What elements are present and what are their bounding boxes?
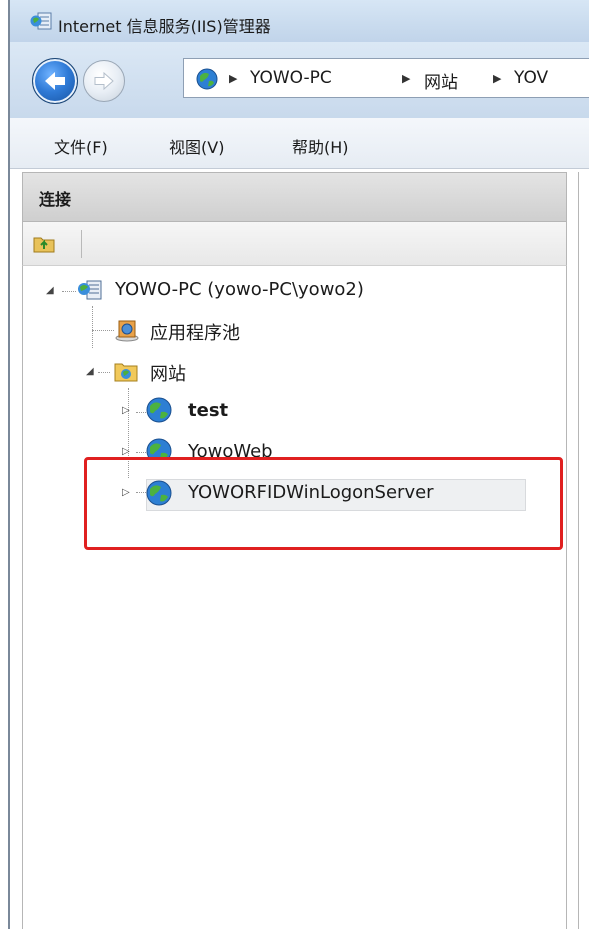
up-level-icon[interactable] bbox=[33, 233, 55, 253]
expand-arrow-icon[interactable]: ▷ bbox=[122, 446, 130, 457]
tree-node-site[interactable]: ▷ YowoWeb bbox=[118, 436, 418, 458]
menu-view[interactable]: 视图(V) bbox=[169, 134, 224, 158]
breadcrumb-separator-icon: ▶ bbox=[229, 72, 238, 85]
breadcrumb-separator-icon: ▶ bbox=[493, 72, 502, 85]
forward-arrow-icon bbox=[94, 71, 114, 91]
tree-node-sites[interactable]: ◢ 网站 bbox=[80, 355, 280, 387]
menu-bar: 文件(F) 视图(V) 帮助(H) bbox=[10, 118, 589, 169]
connections-toolbar bbox=[22, 222, 567, 266]
iis-app-icon bbox=[30, 12, 52, 30]
navigation-bar: ▶ YOWO-PC ▶ 网站 ▶ YOV bbox=[10, 42, 589, 118]
breadcrumb-item[interactable]: 网站 bbox=[424, 68, 458, 93]
tree-node-label: YowoWeb bbox=[188, 441, 273, 458]
tree-connector bbox=[92, 306, 93, 348]
server-icon bbox=[78, 280, 102, 300]
tree-node-app-pools[interactable]: 应用程序池 bbox=[110, 314, 310, 346]
highlight-annotation-box bbox=[84, 457, 563, 550]
address-bar[interactable]: ▶ YOWO-PC ▶ 网站 ▶ YOV bbox=[183, 58, 589, 98]
back-button[interactable] bbox=[32, 58, 78, 104]
toolbar-separator bbox=[81, 230, 82, 258]
breadcrumb-separator-icon: ▶ bbox=[402, 72, 411, 85]
title-bar: Internet 信息服务(IIS)管理器 bbox=[10, 0, 589, 42]
tree-node-server[interactable]: ◢ YOWO-PC (yowo-PC\yowo2) bbox=[40, 274, 460, 306]
breadcrumb-item[interactable]: YOV bbox=[514, 68, 548, 88]
globe-icon bbox=[196, 68, 218, 90]
window-title: Internet 信息服务(IIS)管理器 bbox=[58, 17, 271, 36]
globe-icon bbox=[146, 397, 172, 423]
tree-node-label: 应用程序池 bbox=[150, 323, 240, 344]
collapse-arrow-icon[interactable]: ◢ bbox=[46, 285, 54, 296]
tree-node-label: 网站 bbox=[150, 364, 186, 385]
connections-panel-title: 连接 bbox=[39, 190, 72, 209]
tree-node-label: YOWO-PC (yowo-PC\yowo2) bbox=[115, 279, 364, 300]
expand-arrow-icon[interactable]: ▷ bbox=[122, 405, 130, 416]
breadcrumb-item[interactable]: YOWO-PC bbox=[250, 68, 332, 88]
connections-panel-header: 连接 bbox=[22, 172, 567, 222]
tree-node-site[interactable]: ▷ test bbox=[118, 395, 318, 427]
collapse-arrow-icon[interactable]: ◢ bbox=[86, 366, 94, 377]
menu-file[interactable]: 文件(F) bbox=[54, 134, 108, 158]
app-pool-icon bbox=[115, 320, 139, 342]
content-pane bbox=[579, 172, 589, 929]
back-arrow-icon bbox=[45, 72, 65, 90]
sites-folder-icon bbox=[114, 363, 138, 382]
globe-icon bbox=[146, 438, 172, 458]
menu-help[interactable]: 帮助(H) bbox=[292, 134, 349, 158]
tree-node-label: test bbox=[188, 400, 229, 421]
forward-button[interactable] bbox=[83, 60, 125, 102]
